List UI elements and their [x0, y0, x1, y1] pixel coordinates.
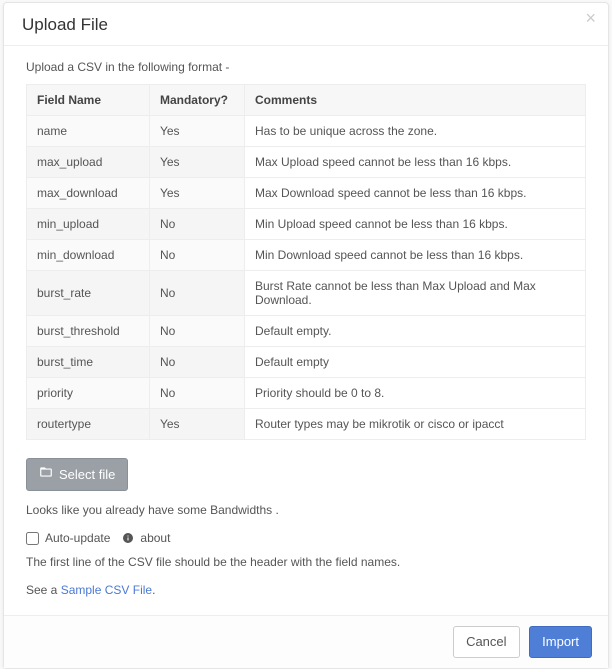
sample-csv-link[interactable]: Sample CSV File: [61, 583, 152, 597]
cell-mandatory: Yes: [149, 409, 244, 440]
col-header-mandatory: Mandatory?: [149, 85, 244, 116]
cell-mandatory: No: [149, 271, 244, 316]
close-icon[interactable]: ×: [585, 9, 596, 27]
auto-update-checkbox[interactable]: [26, 532, 39, 545]
cell-field: min_download: [27, 240, 150, 271]
cell-comments: Router types may be mikrotik or cisco or…: [244, 409, 585, 440]
cell-comments: Max Upload speed cannot be less than 16 …: [244, 147, 585, 178]
table-row: routertypeYesRouter types may be mikroti…: [27, 409, 586, 440]
sample-row: See a Sample CSV File.: [26, 583, 586, 597]
auto-update-row: Auto-update about: [26, 531, 586, 545]
sample-suffix: .: [152, 583, 155, 597]
cell-field: priority: [27, 378, 150, 409]
table-row: min_downloadNoMin Download speed cannot …: [27, 240, 586, 271]
cell-mandatory: No: [149, 316, 244, 347]
select-file-label: Select file: [59, 466, 115, 484]
modal-title: Upload File: [22, 15, 590, 35]
cell-field: name: [27, 116, 150, 147]
cell-comments: Burst Rate cannot be less than Max Uploa…: [244, 271, 585, 316]
table-row: max_downloadYesMax Download speed cannot…: [27, 178, 586, 209]
cancel-button[interactable]: Cancel: [453, 626, 519, 658]
table-row: priorityNoPriority should be 0 to 8.: [27, 378, 586, 409]
modal-header: Upload File ×: [4, 3, 608, 46]
cell-mandatory: No: [149, 347, 244, 378]
cell-field: max_download: [27, 178, 150, 209]
auto-update-label: Auto-update: [45, 531, 110, 545]
modal-body: Upload a CSV in the following format - F…: [4, 46, 608, 615]
cell-field: burst_time: [27, 347, 150, 378]
table-row: min_uploadNoMin Upload speed cannot be l…: [27, 209, 586, 240]
cell-mandatory: Yes: [149, 147, 244, 178]
intro-text: Upload a CSV in the following format -: [26, 60, 586, 74]
cell-field: routertype: [27, 409, 150, 440]
table-row: nameYesHas to be unique across the zone.: [27, 116, 586, 147]
about-label: about: [140, 531, 170, 545]
cell-comments: Min Upload speed cannot be less than 16 …: [244, 209, 585, 240]
col-header-comments: Comments: [244, 85, 585, 116]
cell-mandatory: Yes: [149, 178, 244, 209]
select-file-button[interactable]: Select file: [26, 458, 128, 491]
cell-comments: Priority should be 0 to 8.: [244, 378, 585, 409]
table-row: burst_thresholdNoDefault empty.: [27, 316, 586, 347]
upload-file-modal: Upload File × Upload a CSV in the follow…: [3, 2, 609, 669]
format-table: Field Name Mandatory? Comments nameYesHa…: [26, 84, 586, 440]
modal-footer: Cancel Import: [4, 615, 608, 668]
cell-comments: Min Download speed cannot be less than 1…: [244, 240, 585, 271]
cell-comments: Max Download speed cannot be less than 1…: [244, 178, 585, 209]
table-row: burst_rateNoBurst Rate cannot be less th…: [27, 271, 586, 316]
cell-field: max_upload: [27, 147, 150, 178]
cell-comments: Default empty.: [244, 316, 585, 347]
col-header-field: Field Name: [27, 85, 150, 116]
cell-field: burst_rate: [27, 271, 150, 316]
folder-open-icon: [39, 465, 53, 484]
table-row: burst_timeNoDefault empty: [27, 347, 586, 378]
cell-mandatory: No: [149, 240, 244, 271]
cell-field: min_upload: [27, 209, 150, 240]
import-button[interactable]: Import: [529, 626, 592, 658]
info-icon[interactable]: [122, 532, 134, 544]
cell-mandatory: No: [149, 209, 244, 240]
cell-comments: Has to be unique across the zone.: [244, 116, 585, 147]
existing-bandwidths-note: Looks like you already have some Bandwid…: [26, 503, 586, 517]
table-row: max_uploadYesMax Upload speed cannot be …: [27, 147, 586, 178]
cell-mandatory: Yes: [149, 116, 244, 147]
sample-prefix: See a: [26, 583, 61, 597]
cell-field: burst_threshold: [27, 316, 150, 347]
cell-mandatory: No: [149, 378, 244, 409]
header-line-note: The first line of the CSV file should be…: [26, 555, 586, 569]
cell-comments: Default empty: [244, 347, 585, 378]
